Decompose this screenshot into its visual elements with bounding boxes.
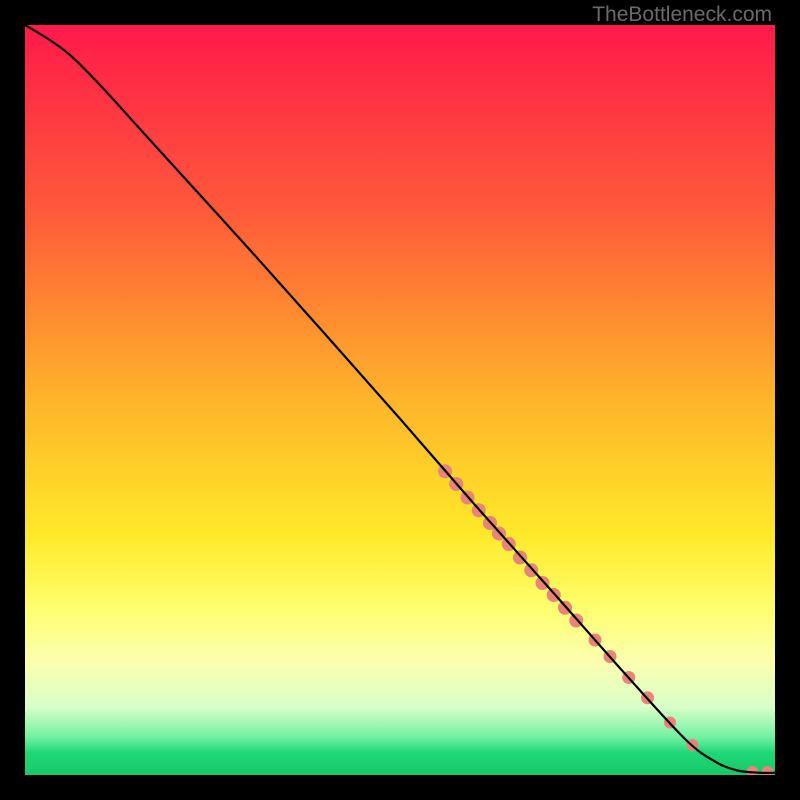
watermark: TheBottleneck.com xyxy=(592,3,772,27)
gradient-background xyxy=(25,25,775,775)
scatter-point xyxy=(536,576,550,590)
chart-svg xyxy=(25,25,775,775)
chart-container xyxy=(25,25,775,775)
